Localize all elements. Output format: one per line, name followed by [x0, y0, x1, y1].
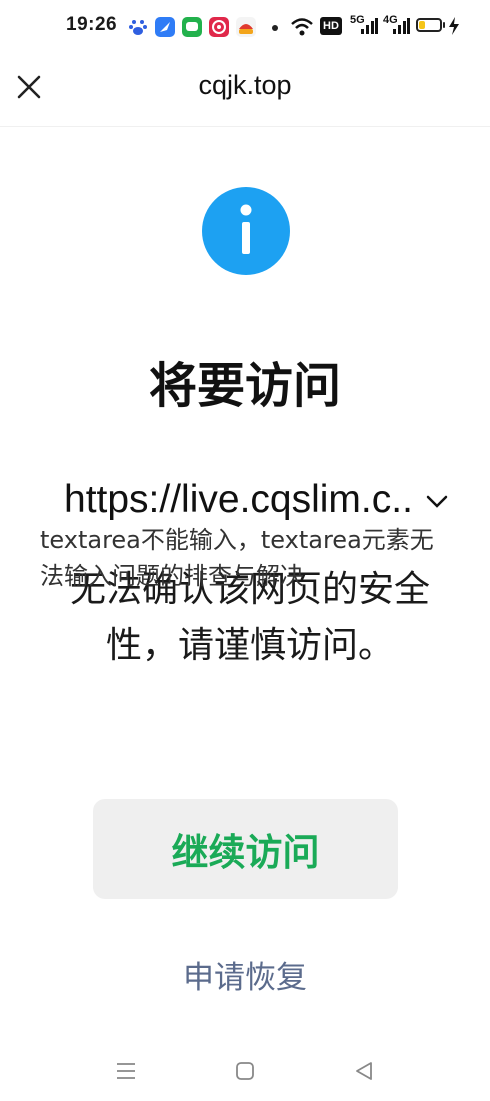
back-icon[interactable]	[353, 1060, 375, 1082]
warning-heading: 将要访问	[148, 358, 341, 414]
request-restore-link[interactable]: 申请恢复	[0, 952, 490, 997]
hd-badge: HD	[320, 17, 342, 35]
wechat-icon	[182, 17, 202, 37]
target-app-icon	[209, 17, 229, 37]
shopping-app-icon	[236, 17, 256, 37]
continue-visit-button[interactable]: 继续访问	[93, 799, 398, 899]
battery-cap	[443, 22, 445, 28]
overlay-caption-line-2: 法输入问题的排查与解决	[40, 562, 304, 590]
home-icon[interactable]	[234, 1060, 256, 1082]
battery-level	[419, 21, 425, 29]
status-time: 19:26	[66, 14, 118, 35]
info-icon	[201, 186, 291, 276]
signal-icon-secondary	[392, 17, 410, 35]
page-title: cqjk.top	[198, 70, 292, 100]
charging-icon	[448, 17, 460, 35]
menu-icon[interactable]	[115, 1060, 137, 1082]
target-url: https://live.cqslim.c..	[64, 478, 413, 521]
overlay-caption: textarea不能输入，textarea元素无 法输入问题的排查与解决	[40, 522, 460, 594]
notification-dot	[272, 25, 278, 31]
baidu-icon	[128, 17, 148, 37]
chevron-down-icon[interactable]	[424, 488, 450, 514]
security-warning-line-2: 性，请谨慎访问。	[105, 625, 394, 666]
overlay-caption-line-1: textarea不能输入，textarea元素无	[40, 526, 434, 554]
signal-icon	[360, 17, 378, 35]
battery-icon	[416, 18, 442, 32]
wifi-icon	[290, 16, 314, 38]
feather-app-icon	[155, 17, 175, 37]
